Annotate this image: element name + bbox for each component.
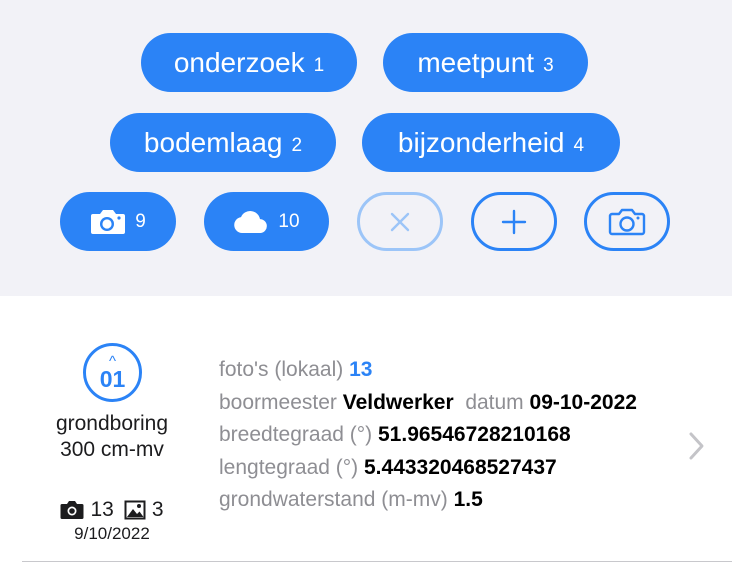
record-details: foto's (lokaal) 13 boormeester Veldwerke…	[219, 354, 674, 548]
tag-count: 3	[543, 54, 554, 76]
step-badge[interactable]: ^ 01	[83, 343, 142, 402]
photo-count: 13	[90, 498, 114, 521]
boormeester-label: boormeester	[219, 390, 337, 414]
lengtegraad-value: 5.443320468527437	[364, 455, 557, 479]
image-count: 3	[151, 498, 164, 521]
cloud-icon	[234, 210, 268, 233]
tag-bodemlaag-button[interactable]: bodemlaag 2	[110, 113, 336, 172]
tag-label: meetpunt	[417, 46, 535, 78]
datum-value: 09-10-2022	[529, 390, 637, 414]
record-depth: 300 cm-mv	[60, 438, 164, 461]
camera-capture-button[interactable]	[584, 192, 670, 251]
tag-label: bijzonderheid	[397, 126, 565, 158]
chevron-right-icon[interactable]	[682, 426, 710, 466]
photos-button[interactable]: 9	[60, 192, 176, 251]
media-counts: 13 3	[22, 498, 202, 522]
breedtegraad-label: breedtegraad (°)	[219, 423, 373, 447]
photos-local-label: foto's (lokaal)	[219, 358, 344, 381]
tag-label: onderzoek	[173, 46, 305, 78]
camera-outline-icon	[608, 208, 646, 235]
close-icon	[390, 212, 410, 231]
camera-icon	[60, 501, 84, 519]
breedtegraad-value: 51.96546728210168	[378, 423, 571, 447]
tag-label: bodemlaag	[143, 126, 283, 158]
cloud-button[interactable]: 10	[204, 192, 329, 251]
record-type: grondboring	[55, 412, 169, 435]
tag-meetpunt-button[interactable]: meetpunt 3	[383, 33, 588, 92]
tag-bijzonderheid-button[interactable]: bijzonderheid 4	[362, 113, 620, 172]
tag-panel: onderzoek 1 meetpunt 3 bodemlaag 2 bijzo…	[0, 0, 732, 296]
tag-count: 4	[573, 134, 585, 156]
record-list-item[interactable]: ^ 01 grondboring 300 cm-mv 13 3 9/10/202…	[22, 318, 732, 562]
grondwater-value: 1.5	[453, 488, 483, 512]
datum-label: datum	[465, 390, 524, 414]
record-date: 9/10/2022	[74, 524, 150, 543]
cloud-count: 10	[278, 210, 300, 232]
tag-count: 2	[291, 134, 303, 156]
boormeester-value: Veldwerker	[342, 390, 454, 414]
plus-icon	[501, 209, 527, 234]
tag-onderzoek-button[interactable]: onderzoek 1	[141, 33, 357, 92]
chevron-up-icon: ^	[108, 352, 117, 370]
photos-local-value: 13	[349, 358, 373, 381]
photos-count: 9	[135, 210, 146, 232]
tag-count: 1	[313, 54, 325, 76]
add-button[interactable]	[471, 192, 557, 251]
grondwater-label: grondwaterstand (m-mv)	[219, 488, 448, 512]
clear-button[interactable]	[357, 192, 443, 251]
camera-icon	[91, 209, 126, 234]
step-number: 01	[99, 365, 126, 392]
lengtegraad-label: lengtegraad (°)	[219, 455, 359, 479]
image-icon	[124, 500, 146, 520]
